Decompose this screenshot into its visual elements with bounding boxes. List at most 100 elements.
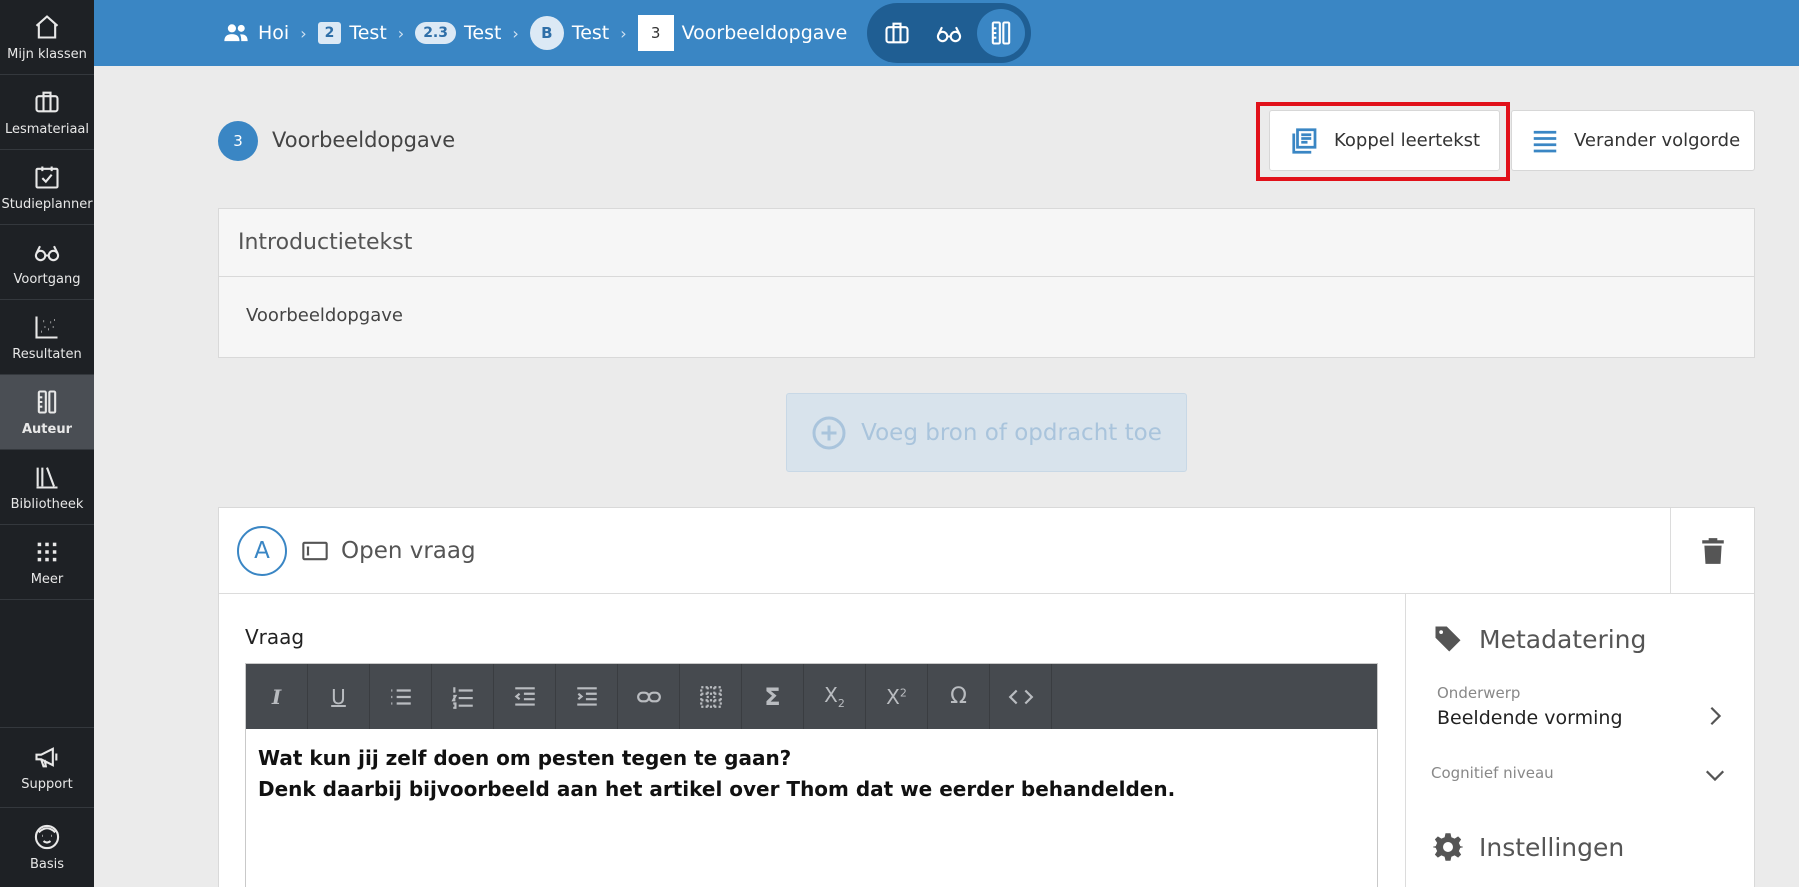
mode-lesmateriaal-button[interactable] [873,9,921,57]
chevron-right-icon: › [300,23,307,43]
sidebar-item-voortgang[interactable]: Voortgang [0,225,94,300]
indent-button[interactable] [556,664,618,729]
verander-volgorde-label: Verander volgorde [1574,130,1741,151]
breadcrumb-level1[interactable]: 2 Test [317,22,387,44]
sidebar-item-mijn-klassen[interactable]: Mijn klassen [0,0,94,75]
breadcrumb-label: Test [571,22,610,44]
sidebar-item-bibliotheek[interactable]: Bibliotheek [0,450,94,525]
metadata-heading: Metadatering [1433,624,1646,654]
sidebar-item-meer[interactable]: Meer [0,525,94,600]
chevron-right-icon [1710,706,1722,726]
sidebar-item-label: Lesmateriaal [4,121,89,137]
gear-icon [1433,833,1463,861]
superscript-icon: X2 [886,684,907,709]
breadcrumb-level2[interactable]: 2.3 Test [415,22,501,44]
sidebar-item-label: Studieplanner [1,196,93,212]
outdent-icon [514,686,535,706]
underline-button[interactable]: U [308,664,370,729]
onderwerp-label: Onderwerp [1437,684,1521,702]
reorder-lines-icon [1533,130,1557,152]
sidebar-item-label: Bibliotheek [10,496,84,512]
mode-auteur-button[interactable] [977,9,1026,57]
omega-icon: Ω [950,684,967,709]
question-field-label: Vraag [245,625,305,649]
italic-button[interactable]: I [246,664,308,729]
editor-toolbar: I U Σ X2 X2 Ω [246,664,1377,729]
sidebar-item-basis[interactable]: Basis [0,807,94,887]
sidebar-item-auteur[interactable]: Auteur [0,375,94,450]
delete-question-button[interactable] [1670,508,1754,594]
italic-icon: I [271,684,282,709]
author-tools-icon [992,21,1011,45]
question-type-label: Open vraag [341,537,476,564]
question-text[interactable]: Wat kun jij zelf doen om pesten tegen te… [246,729,1377,819]
subscript-button[interactable]: X2 [804,664,866,729]
sidebar-item-label: Basis [29,857,65,872]
chevron-right-icon: › [512,23,519,43]
numbered-list-button[interactable] [432,664,494,729]
sidebar-item-label: Meer [30,571,64,587]
chevron-right-icon: › [620,23,627,43]
breadcrumb-level3[interactable]: B Test [529,16,610,50]
bullet-list-button[interactable] [370,664,432,729]
trash-icon [1701,538,1724,564]
verander-volgorde-button[interactable]: Verander volgorde [1511,110,1755,171]
glasses-icon [937,26,962,43]
text-input-icon [302,541,328,560]
author-tools-icon [37,389,57,414]
superscript-button[interactable]: X2 [866,664,928,729]
source-code-button[interactable] [990,664,1052,729]
sidebar-item-resultaten[interactable]: Resultaten [0,300,94,375]
numbered-list-icon [450,686,473,709]
mode-voortgang-button[interactable] [925,9,973,57]
metadata-title: Metadatering [1479,624,1647,654]
view-mode-switcher [867,3,1032,63]
link-button[interactable] [618,664,680,729]
question-text-line: Denk daarbij bijvoorbeeld aan het artike… [258,777,1176,801]
chevron-right-icon: › [397,23,405,43]
sidebar-item-label: Voortgang [13,271,81,287]
plus-circle-icon [812,416,846,449]
sidebar-item-label: Resultaten [12,346,82,362]
breadcrumb-level4[interactable]: 3 Voorbeeldopgave [637,15,848,51]
breadcrumb-label: Test [464,22,502,44]
settings-title: Instellingen [1479,832,1625,862]
highlight-box [1256,102,1510,181]
question-editor[interactable]: I U Σ X2 X2 Ω Wat kun jij zelf doen om p… [245,663,1378,887]
sigma-icon: Σ [764,682,781,711]
question-header: A Open vraag [219,508,1754,594]
special-char-button[interactable]: Ω [928,664,990,729]
megaphone-icon [35,747,58,768]
breadcrumb-badge: 2 [317,22,342,44]
formula-button[interactable]: Σ [742,664,804,729]
sidebar-item-support[interactable]: Support [0,727,94,807]
people-icon [224,24,248,42]
sidebar-item-label: Mijn klassen [7,46,87,62]
indent-icon [576,686,597,706]
table-button[interactable] [680,664,742,729]
code-icon [1008,689,1033,704]
sidebar-item-studieplanner[interactable]: Studieplanner [0,150,94,225]
page-title: Voorbeeldopgave [272,128,456,152]
metadata-panel: Metadatering Onderwerp Beeldende vorming… [1405,594,1756,887]
sidebar-item-label: Support [21,777,73,792]
breadcrumb-badge: 2.3 [415,22,456,44]
settings-heading[interactable]: Instellingen [1433,832,1624,862]
breadcrumb-label: Test [349,22,387,44]
chevron-down-icon [1705,770,1725,782]
add-source-label: Voeg bron of opdracht toe [861,419,1162,446]
underline-icon: U [331,684,346,709]
sidebar-item-lesmateriaal[interactable]: Lesmateriaal [0,75,94,150]
briefcase-icon [885,22,909,44]
breadcrumb-badge: B [529,16,564,50]
breadcrumb-home[interactable]: Hoi [222,19,289,47]
breadcrumb-label: Voorbeeldopgave [681,22,848,44]
intro-body[interactable]: Voorbeeldopgave [219,277,1754,326]
assignment-number-badge: 3 [218,121,258,161]
question-card: A Open vraag Vraag I U Σ X2 X2 Ω Wat kun… [218,507,1755,887]
glasses-icon [34,245,60,261]
outdent-button[interactable] [494,664,556,729]
library-icon [36,466,58,489]
add-source-button[interactable]: Voeg bron of opdracht toe [786,393,1187,472]
subscript-icon: X2 [824,683,845,710]
